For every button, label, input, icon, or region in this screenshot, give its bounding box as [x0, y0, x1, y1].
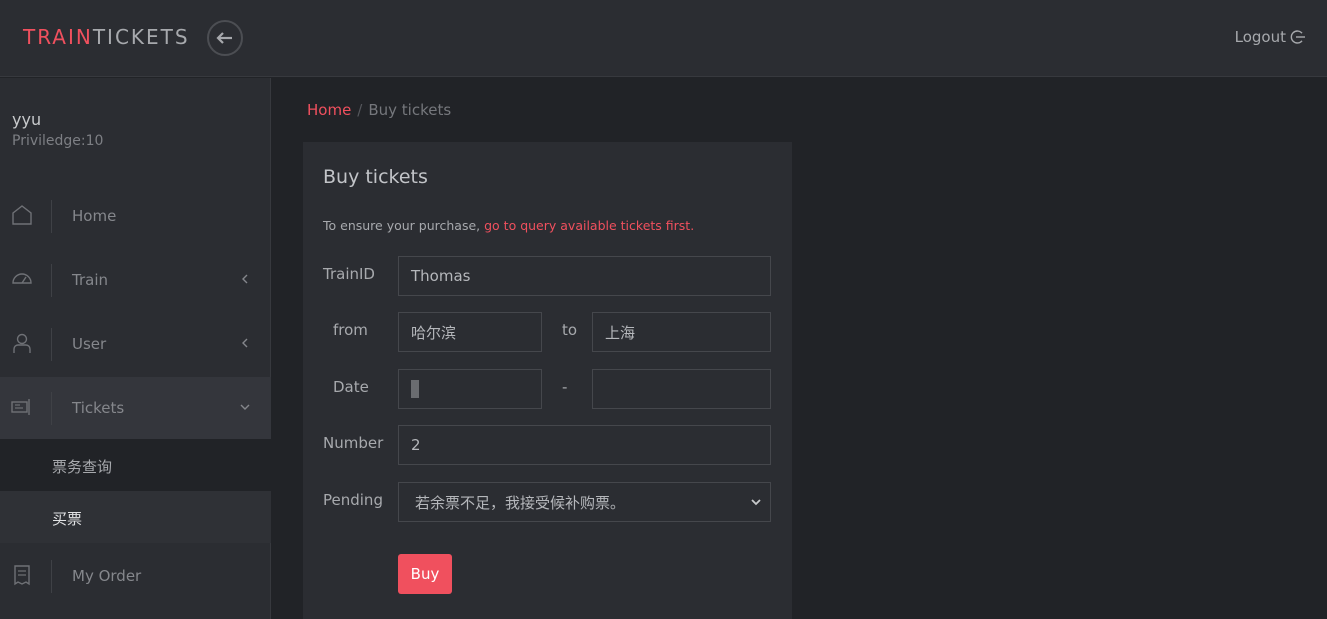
chevron-down-icon — [751, 499, 761, 506]
receipt-icon — [14, 565, 30, 586]
from-station-value: 哈尔滨 — [411, 323, 457, 342]
sidebar-separator — [51, 264, 52, 297]
user-name: yyu — [12, 110, 42, 129]
sidebar: yyu Priviledge:10 Home Train User Ticket… — [0, 78, 271, 619]
breadcrumb-home-link[interactable]: Home — [307, 101, 351, 119]
sidebar-item-label: User — [72, 335, 107, 353]
speedometer-icon — [12, 273, 32, 284]
train-id-value: Thomas — [411, 267, 471, 285]
number-value: 2 — [411, 436, 421, 454]
to-station-input[interactable]: 上海 — [592, 312, 771, 352]
purchase-note: To ensure your purchase, go to query ava… — [323, 218, 694, 233]
sidebar-item-label: Home — [72, 207, 117, 225]
pending-select[interactable]: 若余票不足，我接受候补购票。 — [398, 482, 771, 522]
sidebar-item-label: Tickets — [72, 399, 125, 417]
sidebar-separator — [51, 392, 52, 425]
pending-label: Pending — [323, 491, 383, 509]
sidebar-item-home[interactable]: Home — [0, 185, 271, 247]
buy-tickets-panel: Buy tickets To ensure your purchase, go … — [303, 142, 792, 619]
sidebar-item-user[interactable]: User — [0, 313, 271, 375]
buy-button[interactable]: Buy — [398, 554, 452, 594]
sidebar-toggle-button[interactable] — [207, 20, 243, 56]
to-label: to — [562, 321, 578, 339]
chevron-left-icon — [242, 338, 248, 348]
date-label: Date — [333, 378, 369, 396]
sidebar-item-my-order[interactable]: My Order — [0, 545, 271, 607]
top-bar: TRAINTICKETS Logout — [0, 0, 1327, 77]
date-from-value: 6 — [411, 380, 419, 398]
logout-icon — [1290, 30, 1305, 44]
panel-title: Buy tickets — [323, 166, 428, 188]
user-priviledge: Priviledge:10 — [12, 133, 104, 149]
sidebar-separator — [51, 328, 52, 361]
from-label: from — [333, 321, 368, 339]
query-tickets-link[interactable]: go to query available tickets first. — [484, 218, 694, 233]
ticket-icon — [11, 399, 30, 415]
number-input[interactable]: 2 — [398, 425, 771, 465]
sidebar-subitem-query[interactable]: 票务查询 — [0, 439, 271, 491]
date-to-input[interactable] — [592, 369, 771, 409]
user-icon — [13, 333, 31, 353]
brand-part-train: TRAIN — [23, 25, 93, 49]
breadcrumb-separator: / — [357, 101, 363, 119]
logout-link[interactable]: Logout — [1235, 28, 1306, 46]
sidebar-item-tickets[interactable]: Tickets — [0, 377, 271, 439]
to-station-value: 上海 — [605, 323, 636, 342]
chevron-left-icon — [242, 274, 248, 284]
number-label: Number — [323, 434, 384, 452]
sidebar-item-train[interactable]: Train — [0, 249, 271, 311]
breadcrumb: Home / Buy tickets — [307, 101, 451, 119]
train-id-input[interactable]: Thomas — [398, 256, 771, 296]
purchase-note-text: To ensure your purchase, — [323, 218, 485, 233]
logout-label: Logout — [1234, 28, 1286, 46]
sidebar-item-label: Train — [72, 271, 108, 289]
home-icon — [12, 205, 32, 225]
sidebar-subitem-label: 票务查询 — [52, 458, 113, 476]
date-separator: - — [562, 378, 568, 396]
brand-part-tickets: TICKETS — [92, 25, 190, 49]
pending-selected-value: 若余票不足，我接受候补购票。 — [415, 493, 626, 512]
sidebar-separator — [51, 560, 52, 593]
date-from-input[interactable]: 6 — [398, 369, 542, 409]
chevron-down-icon — [240, 404, 250, 410]
arrow-left-icon — [216, 32, 232, 44]
sidebar-subitem-buy[interactable]: 买票 — [0, 491, 271, 543]
train-id-label: TrainID — [323, 265, 375, 283]
sidebar-separator — [51, 200, 52, 233]
from-station-input[interactable]: 哈尔滨 — [398, 312, 542, 352]
sidebar-item-label: My Order — [72, 567, 142, 585]
sidebar-subitem-label: 买票 — [52, 510, 83, 528]
breadcrumb-current: Buy tickets — [368, 101, 452, 119]
brand-logo[interactable]: TRAINTICKETS — [23, 25, 190, 49]
